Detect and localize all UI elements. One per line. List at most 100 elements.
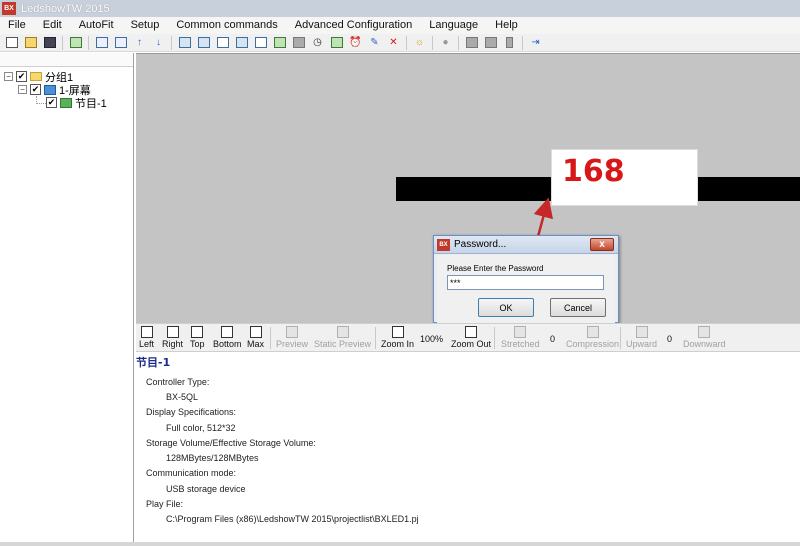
program-icon: [60, 97, 72, 108]
send-icon[interactable]: [464, 36, 479, 49]
menu-common-commands[interactable]: Common commands: [168, 17, 286, 34]
menu-file[interactable]: File: [0, 17, 35, 34]
downward-button[interactable]: Downward: [683, 326, 726, 349]
stretch-icon: [514, 326, 527, 338]
cancel-button[interactable]: Cancel: [550, 298, 606, 317]
upward-icon: [635, 326, 648, 338]
collapse-icon[interactable]: −: [4, 72, 13, 81]
play-file-value: C:\Program Files (x86)\LedshowTW 2015\pr…: [166, 514, 419, 524]
zoom-out-label: Zoom Out: [451, 339, 492, 349]
maximize-button[interactable]: Max: [247, 326, 264, 349]
brightness-icon[interactable]: ☼: [412, 36, 427, 49]
align-left-label: Left: [139, 339, 155, 349]
stretched-label: Stretched: [501, 339, 540, 349]
program-tree-panel: − ✔ 分组1 − ✔ 1-屏幕 ✔ 节目-1: [0, 53, 134, 543]
upload-icon[interactable]: [483, 36, 498, 49]
dialog-app-icon: BX: [437, 238, 450, 251]
delete-icon[interactable]: ✕: [386, 36, 401, 49]
menu-language[interactable]: Language: [421, 17, 487, 34]
display-spec-value: Full color, 512*32: [166, 423, 236, 433]
menu-setup[interactable]: Setup: [123, 17, 169, 34]
tree-label-program: 节目-1: [75, 97, 107, 110]
edit-area-icon[interactable]: [253, 36, 268, 49]
clock-icon[interactable]: ◷: [310, 36, 325, 49]
dialog-title: Password...: [454, 239, 507, 250]
move-down-icon[interactable]: ↓: [151, 36, 166, 49]
image-area-icon[interactable]: [196, 36, 211, 49]
program-title: 节目-1: [136, 356, 171, 369]
paste-icon[interactable]: [113, 36, 128, 49]
record-icon[interactable]: ●: [438, 36, 453, 49]
zoom-out-button[interactable]: Zoom Out: [451, 326, 491, 349]
program-checkbox[interactable]: ✔: [46, 97, 57, 108]
align-bottom-icon: [221, 326, 234, 338]
stretched-button[interactable]: Stretched: [501, 326, 540, 349]
new-file-icon[interactable]: [4, 36, 19, 49]
stretched-value: 0: [550, 334, 556, 344]
communication-mode-value: USB storage device: [166, 484, 246, 494]
screen-checkbox[interactable]: ✔: [30, 84, 41, 95]
static-preview-icon: [336, 326, 349, 338]
align-right-label: Right: [162, 339, 184, 349]
align-left-button[interactable]: Left: [139, 326, 154, 349]
text-area-icon[interactable]: [215, 36, 230, 49]
upward-value: 0: [667, 334, 673, 344]
save-icon[interactable]: [42, 36, 57, 49]
picture-area-icon[interactable]: [177, 36, 192, 49]
ok-button[interactable]: OK: [478, 298, 534, 317]
screen-icon: [44, 84, 56, 95]
table-area-icon[interactable]: [234, 36, 249, 49]
copy-icon[interactable]: [94, 36, 109, 49]
downward-label: Downward: [683, 339, 726, 349]
menu-bar: File Edit AutoFit Setup Common commands …: [0, 17, 800, 34]
animation-area-icon[interactable]: [272, 36, 287, 49]
static-preview-label: Static Preview: [314, 339, 372, 349]
align-bottom-label: Bottom: [213, 339, 242, 349]
timer-area-icon[interactable]: [329, 36, 344, 49]
compression-label: Compression: [566, 339, 620, 349]
window-title: LedshowTW 2015: [21, 2, 110, 15]
pen-icon[interactable]: ✎: [367, 36, 382, 49]
toolbar-separator: [522, 35, 523, 50]
zoom-in-label: Zoom In: [381, 339, 415, 349]
password-input[interactable]: [447, 275, 604, 290]
align-right-button[interactable]: Right: [162, 326, 183, 349]
move-up-icon[interactable]: ↑: [132, 36, 147, 49]
menu-help[interactable]: Help: [487, 17, 527, 34]
compression-icon: [586, 326, 599, 338]
zoom-in-button[interactable]: Zoom In: [381, 326, 414, 349]
upward-label: Upward: [626, 339, 658, 349]
alarm-clock-icon[interactable]: ⏰: [348, 36, 363, 49]
usb-icon[interactable]: [502, 36, 517, 49]
maximize-icon: [249, 326, 262, 338]
preview-button[interactable]: Preview: [276, 326, 308, 349]
compression-button[interactable]: Compression: [566, 326, 619, 349]
dialog-close-button[interactable]: x: [590, 238, 614, 251]
main-toolbar: ↑ ↓ ◷ ⏰ ✎ ✕ ☼ ● ⇥: [0, 34, 800, 52]
align-top-button[interactable]: Top: [190, 326, 205, 349]
communication-mode-label: Communication mode:: [146, 468, 237, 478]
group-checkbox[interactable]: ✔: [16, 71, 27, 82]
toolbar-separator: [432, 35, 433, 50]
open-folder-icon[interactable]: [23, 36, 38, 49]
menu-advanced-configuration[interactable]: Advanced Configuration: [287, 17, 421, 34]
toolbar-separator: [458, 35, 459, 50]
dialog-title-bar[interactable]: BX Password... x: [434, 236, 618, 254]
folder-icon: [30, 72, 42, 81]
toolbar-separator: [494, 327, 495, 349]
align-bottom-button[interactable]: Bottom: [213, 326, 242, 349]
collapse-icon[interactable]: −: [18, 85, 27, 94]
storage-value: 128MBytes/128MBytes: [166, 453, 259, 463]
title-bar: BX LedshowTW 2015: [0, 0, 800, 17]
menu-edit[interactable]: Edit: [35, 17, 71, 34]
exit-icon[interactable]: ⇥: [528, 36, 543, 49]
toolbar-separator: [88, 35, 89, 50]
video-area-icon[interactable]: [291, 36, 306, 49]
upward-button[interactable]: Upward: [626, 326, 657, 349]
add-program-icon[interactable]: [68, 36, 83, 49]
annotation-password-text: 168: [562, 154, 625, 189]
tree-node-program[interactable]: ✔ 节目-1: [46, 96, 107, 110]
static-preview-button[interactable]: Static Preview: [314, 326, 371, 349]
menu-autofit[interactable]: AutoFit: [71, 17, 123, 34]
preview-label: Preview: [276, 339, 309, 349]
